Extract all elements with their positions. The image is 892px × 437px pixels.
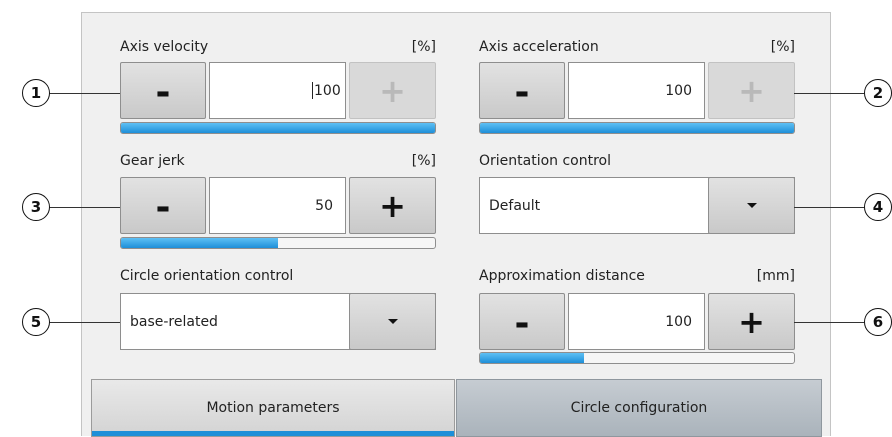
parameters-panel: Axis velocity [%] - 100 + Axis accelerat… (81, 12, 831, 437)
callout-2: 2 (864, 79, 892, 107)
gear-jerk-label: Gear jerk (120, 153, 185, 169)
approximation-distance-increase-button[interactable]: + (708, 293, 795, 350)
axis-velocity-value: 100 (314, 82, 341, 99)
callout-line-3 (48, 207, 120, 208)
axis-acceleration-increase-button[interactable]: + (708, 62, 795, 119)
gear-jerk-input[interactable]: 50 (209, 177, 346, 234)
callout-1: 1 (22, 79, 50, 107)
orientation-control-value: Default (489, 197, 541, 214)
slider-fill (121, 123, 435, 133)
circle-orientation-control-field: Circle orientation control base-related (120, 268, 436, 358)
plus-icon: + (738, 71, 765, 110)
axis-velocity-input[interactable]: 100 (209, 62, 346, 119)
axis-acceleration-value: 100 (665, 82, 692, 99)
minus-icon: - (155, 71, 171, 113)
tab-motion-parameters-label: Motion parameters (206, 400, 340, 416)
callout-6: 6 (864, 308, 892, 336)
minus-icon: - (514, 302, 530, 344)
active-tab-indicator (92, 431, 454, 436)
gear-jerk-slider[interactable] (120, 237, 436, 249)
gear-jerk-decrease-button[interactable]: - (120, 177, 206, 234)
slider-fill (121, 238, 278, 248)
callout-3: 3 (22, 193, 50, 221)
orientation-control-field: Orientation control Default (479, 153, 795, 243)
callout-line-5 (48, 322, 120, 323)
approximation-distance-decrease-button[interactable]: - (479, 293, 565, 350)
text-cursor (312, 82, 313, 99)
approximation-distance-input[interactable]: 100 (568, 293, 705, 350)
callout-line-4 (794, 207, 864, 208)
chevron-down-icon (387, 319, 398, 324)
plus-icon: + (738, 302, 765, 341)
callout-line-1 (48, 93, 120, 94)
slider-fill (480, 353, 584, 363)
axis-velocity-label: Axis velocity (120, 39, 209, 55)
plus-icon: + (379, 71, 406, 110)
circle-orientation-control-dropdown-button[interactable] (349, 293, 436, 350)
tab-circle-configuration[interactable]: Circle configuration (456, 379, 822, 437)
approximation-distance-label: Approximation distance (479, 268, 645, 284)
axis-velocity-slider[interactable] (120, 122, 436, 134)
axis-acceleration-decrease-button[interactable]: - (479, 62, 565, 119)
axis-velocity-increase-button[interactable]: + (349, 62, 436, 119)
approximation-distance-unit: [mm] (756, 268, 795, 284)
tab-circle-configuration-label: Circle configuration (570, 400, 708, 416)
circle-orientation-control-label: Circle orientation control (120, 268, 294, 284)
gear-jerk-value: 50 (315, 197, 333, 214)
axis-acceleration-field: Axis acceleration [%] - 100 + (479, 39, 795, 139)
gear-jerk-unit: [%] (411, 153, 436, 169)
approximation-distance-field: Approximation distance [mm] - 100 + (479, 268, 795, 368)
minus-icon: - (155, 186, 171, 228)
circle-orientation-control-value: base-related (130, 313, 218, 330)
tab-motion-parameters[interactable]: Motion parameters (91, 379, 455, 437)
callout-4: 4 (864, 193, 892, 221)
gear-jerk-increase-button[interactable]: + (349, 177, 436, 234)
axis-acceleration-input[interactable]: 100 (568, 62, 705, 119)
approximation-distance-slider[interactable] (479, 352, 795, 364)
orientation-control-label: Orientation control (479, 153, 612, 169)
callout-line-6 (794, 322, 864, 323)
approximation-distance-value: 100 (665, 313, 692, 330)
orientation-control-dropdown-button[interactable] (708, 177, 795, 234)
axis-velocity-field: Axis velocity [%] - 100 + (120, 39, 436, 139)
chevron-down-icon (746, 203, 757, 208)
minus-icon: - (514, 71, 530, 113)
plus-icon: + (379, 186, 406, 225)
axis-acceleration-slider[interactable] (479, 122, 795, 134)
callout-line-2 (794, 93, 864, 94)
axis-velocity-unit: [%] (411, 39, 436, 55)
slider-fill (480, 123, 794, 133)
axis-velocity-decrease-button[interactable]: - (120, 62, 206, 119)
callout-5: 5 (22, 308, 50, 336)
axis-acceleration-unit: [%] (770, 39, 795, 55)
axis-acceleration-label: Axis acceleration (479, 39, 599, 55)
gear-jerk-field: Gear jerk [%] - 50 + (120, 153, 436, 253)
